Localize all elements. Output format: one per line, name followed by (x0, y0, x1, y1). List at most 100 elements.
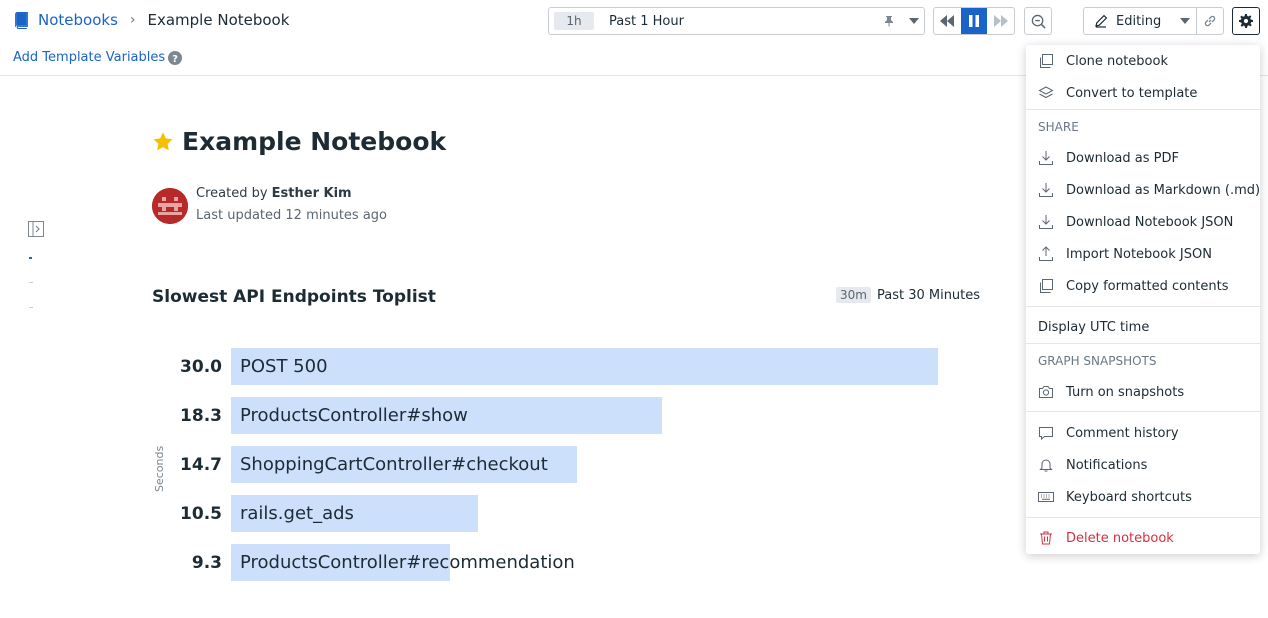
download-icon (1039, 151, 1053, 165)
menu-item-keyboard-shortcuts[interactable]: Keyboard shortcuts (1026, 483, 1260, 511)
menu-item-notifications[interactable]: Notifications (1026, 451, 1260, 479)
widget-time-badge: 30m (836, 287, 871, 303)
menu-item-label: Notifications (1066, 457, 1148, 473)
time-range-label: Past 1 Hour (609, 13, 684, 29)
comment-icon (1039, 427, 1053, 441)
menu-item-convert-template[interactable]: Convert to template (1026, 79, 1260, 107)
toplist-value: 14.7 (180, 455, 222, 475)
menu-item-label: Keyboard shortcuts (1066, 489, 1192, 505)
menu-item-delete-notebook[interactable]: Delete notebook (1026, 524, 1260, 552)
settings-button[interactable] (1232, 7, 1260, 35)
breadcrumb: Notebooks › Example Notebook (13, 11, 289, 29)
outline-marker[interactable] (29, 307, 33, 308)
menu-divider (1026, 306, 1260, 307)
menu-item-label: Download Notebook JSON (1066, 214, 1234, 230)
menu-section-graph-snapshots: GRAPH SNAPSHOTS (1038, 354, 1157, 368)
menu-divider (1026, 343, 1260, 344)
toplist-label: rails.get_ads (240, 503, 354, 524)
menu-item-copy-formatted[interactable]: Copy formatted contents (1026, 272, 1260, 300)
menu-item-label: Comment history (1066, 425, 1179, 441)
notebook-title[interactable]: Example Notebook (182, 127, 446, 156)
time-range-badge: 1h (554, 12, 594, 30)
menu-item-label: Clone notebook (1066, 53, 1168, 69)
menu-item-label: Download as Markdown (.md) (1066, 182, 1261, 198)
menu-item-label: Convert to template (1066, 85, 1198, 101)
widget-title[interactable]: Slowest API Endpoints Toplist (152, 287, 436, 307)
menu-item-comment-history[interactable]: Comment history (1026, 419, 1260, 447)
toplist-label: ProductsController#show (240, 405, 468, 426)
rewind-icon (940, 15, 955, 27)
menu-item-snapshots[interactable]: Turn on snapshots (1026, 378, 1260, 406)
menu-item-display-utc[interactable]: Display UTC time (1026, 313, 1260, 341)
created-by-text: Created by Esther Kim (196, 186, 352, 201)
settings-menu: Clone notebook Convert to template SHARE… (1026, 45, 1260, 554)
toplist-row[interactable]: 18.3 ProductsController#show (160, 397, 980, 434)
toplist-value: 18.3 (180, 406, 222, 426)
expand-sidebar-icon[interactable] (28, 221, 44, 237)
svg-text:?: ? (172, 54, 178, 65)
menu-item-label: Import Notebook JSON (1066, 246, 1212, 262)
chevron-down-icon (1180, 18, 1190, 24)
toplist-row[interactable]: 9.3 ProductsController#recommendation (160, 544, 980, 581)
menu-section-share: SHARE (1038, 120, 1079, 134)
copy-link-button[interactable] (1196, 7, 1224, 35)
widget-time-label: Past 30 Minutes (876, 287, 981, 303)
author-name: Esther Kim (271, 186, 352, 201)
created-by-prefix: Created by (196, 186, 268, 201)
copy-icon (1040, 279, 1053, 293)
pencil-icon (1095, 14, 1108, 28)
copy-icon (1040, 54, 1053, 68)
playback-controls (933, 7, 1015, 35)
star-icon[interactable] (152, 131, 174, 153)
add-template-variables-link[interactable]: Add Template Variables (13, 50, 165, 65)
upload-icon (1039, 246, 1053, 261)
gear-icon (1239, 14, 1253, 28)
menu-divider (1026, 109, 1260, 110)
avatar (152, 188, 188, 224)
menu-divider (1026, 517, 1260, 518)
fast-forward-icon (993, 15, 1008, 27)
breadcrumb-notebooks-link[interactable]: Notebooks (38, 11, 118, 29)
toplist-row[interactable]: 10.5 rails.get_ads (160, 495, 980, 532)
toplist-row[interactable]: 14.7 ShoppingCartController#checkout (160, 446, 980, 483)
menu-item-download-markdown[interactable]: Download as Markdown (.md) (1026, 176, 1260, 204)
toplist-value: 9.3 (191, 553, 222, 573)
menu-item-label: Display UTC time (1038, 319, 1150, 335)
pause-button[interactable] (960, 8, 988, 34)
toplist-label: ProductsController#recommendation (240, 552, 575, 573)
chevron-down-icon[interactable] (909, 18, 919, 24)
zoom-out-button[interactable] (1024, 7, 1052, 35)
help-icon[interactable]: ? (168, 51, 182, 65)
toplist-row[interactable]: 30.0 POST 500 (160, 348, 980, 385)
outline-marker-active[interactable] (29, 257, 32, 259)
pin-icon[interactable] (883, 15, 895, 27)
menu-divider (1026, 411, 1260, 412)
toplist-value: 30.0 (180, 357, 222, 377)
time-picker[interactable]: 1h Past 1 Hour (548, 7, 925, 35)
toplist-label: ShoppingCartController#checkout (240, 454, 548, 475)
menu-item-clone[interactable]: Clone notebook (1026, 47, 1260, 75)
top-bar: Notebooks › Example Notebook 1h Past 1 H… (0, 0, 1268, 42)
outline-marker[interactable] (29, 282, 33, 283)
menu-item-label: Turn on snapshots (1066, 384, 1185, 400)
link-icon (1204, 15, 1216, 27)
widget-time-range[interactable]: 30m Past 30 Minutes (836, 287, 980, 303)
toplist-value: 10.5 (180, 504, 222, 524)
menu-item-import-json[interactable]: Import Notebook JSON (1026, 240, 1260, 268)
toplist-label: POST 500 (240, 356, 328, 377)
menu-item-label: Delete notebook (1066, 530, 1174, 546)
keyboard-icon (1038, 492, 1054, 502)
editing-mode-dropdown[interactable]: Editing (1083, 7, 1197, 35)
menu-item-download-pdf[interactable]: Download as PDF (1026, 144, 1260, 172)
rewind-button[interactable] (934, 8, 961, 34)
menu-item-label: Download as PDF (1066, 150, 1179, 166)
notebook-icon (15, 11, 28, 29)
trash-icon (1040, 531, 1052, 545)
editing-mode-label: Editing (1116, 13, 1162, 29)
menu-item-download-json[interactable]: Download Notebook JSON (1026, 208, 1260, 236)
menu-item-label: Copy formatted contents (1066, 278, 1229, 294)
avatar-pixel-icon (152, 188, 188, 224)
zoom-out-icon (1031, 14, 1046, 29)
download-icon (1039, 183, 1053, 197)
fast-forward-button[interactable] (987, 8, 1014, 34)
